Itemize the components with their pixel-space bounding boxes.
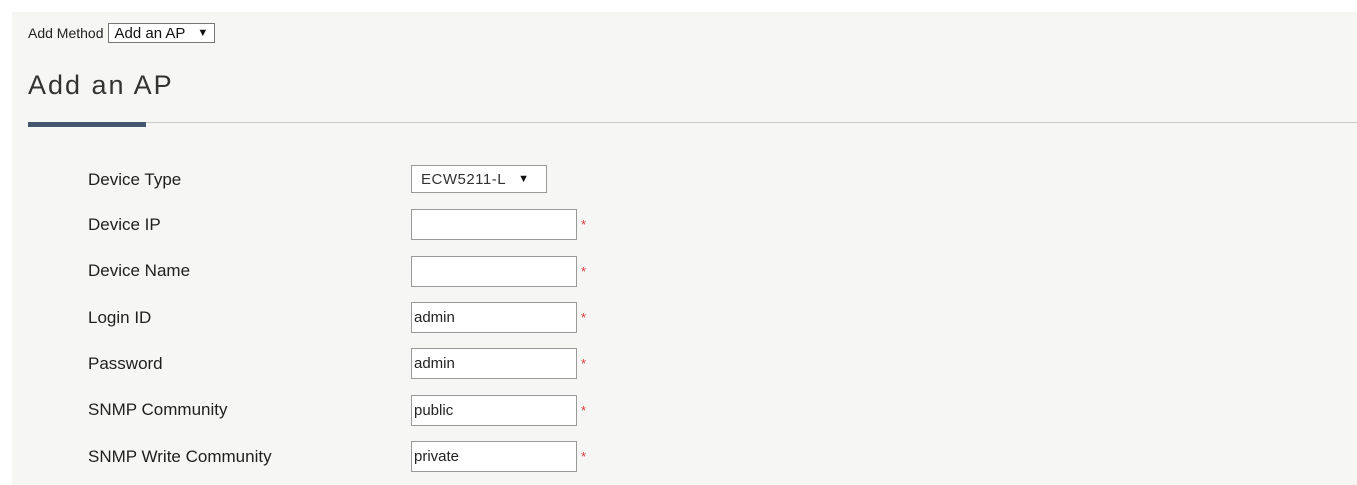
required-asterisk: * [581,356,587,371]
add-method-row: Add Method Add an AP ▼ [28,22,216,44]
device-ip-input[interactable] [411,209,577,240]
required-asterisk: * [581,264,587,279]
snmp-community-label: SNMP Community [88,400,228,419]
device-ip-label: Device IP [88,215,161,234]
content-panel: Add Method Add an AP ▼ Add an AP Device … [12,12,1357,485]
required-asterisk: * [581,449,587,464]
device-type-label: Device Type [88,170,182,189]
required-asterisk: * [581,217,587,232]
device-type-select[interactable]: ECW5211-L ▼ [411,165,547,193]
device-type-value: ECW5211-L [421,170,507,188]
title-divider [28,122,1357,123]
add-method-select[interactable]: Add an AP ▼ [107,23,216,43]
chevron-down-icon: ▼ [197,27,209,39]
login-id-input[interactable] [411,302,577,333]
device-name-label: Device Name [88,261,191,280]
device-name-input[interactable] [411,256,577,287]
required-asterisk: * [581,403,587,418]
chevron-down-icon: ▼ [518,173,530,185]
password-label: Password [88,354,163,373]
snmp-write-community-input[interactable] [411,441,577,472]
password-input[interactable] [411,348,577,379]
required-asterisk: * [581,310,587,325]
page-title: Add an AP [28,70,174,100]
snmp-write-community-label: SNMP Write Community [88,447,272,466]
add-method-label: Add Method [28,25,104,41]
title-divider-accent [28,122,146,127]
login-id-label: Login ID [88,308,152,327]
snmp-community-input[interactable] [411,395,577,426]
add-method-value: Add an AP [114,24,186,42]
